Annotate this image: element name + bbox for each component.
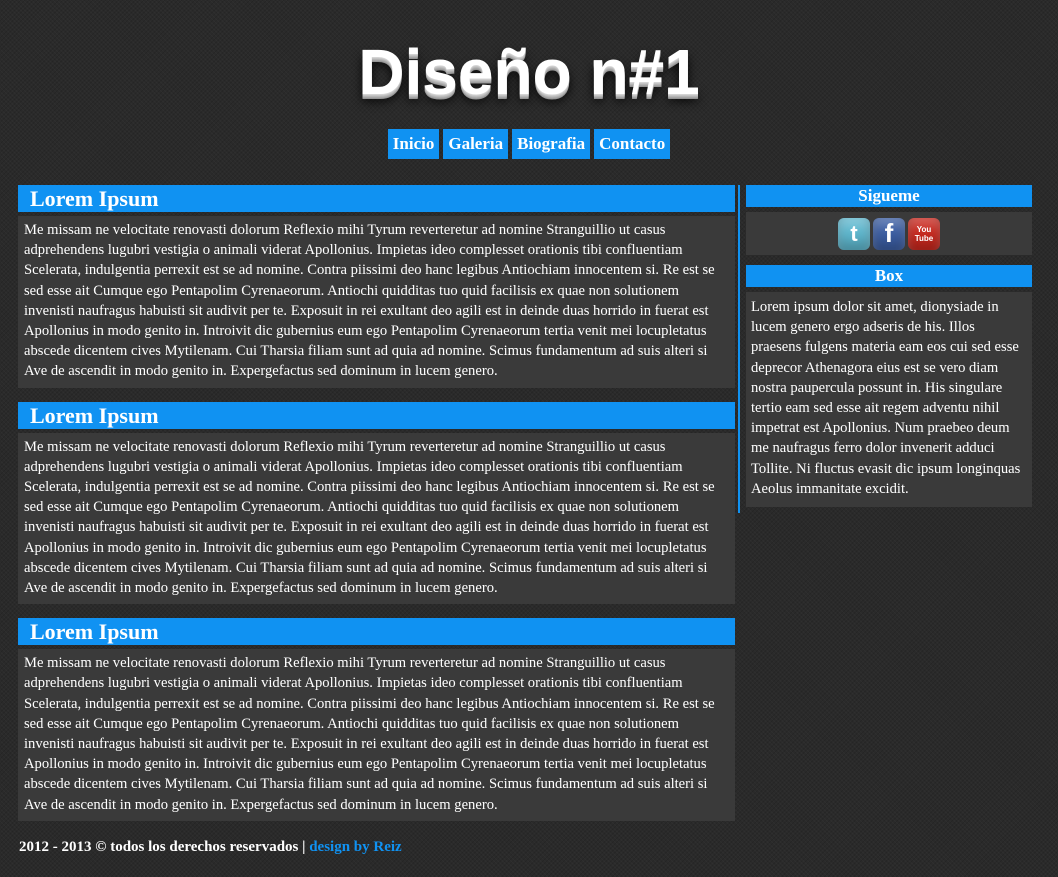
twitter-icon[interactable]: t [838, 217, 870, 250]
youtube-icon-bottom-text: Tube [914, 233, 934, 243]
main-content: Lorem Ipsum Me missam ne velocitate reno… [18, 185, 735, 835]
nav-item-contacto[interactable]: Contacto [594, 129, 671, 159]
article-body: Me missam ne velocitate renovasti doloru… [18, 432, 735, 605]
youtube-icon[interactable]: You Tube [908, 217, 940, 250]
article-title: Lorem Ipsum [18, 401, 735, 429]
follow-widget-title: Sigueme [746, 185, 1032, 207]
main-nav: Inicio Galeria Biografia Contacto [0, 129, 1058, 159]
nav-item-biografia[interactable]: Biografia [512, 129, 591, 159]
footer-copyright: 2012 - 2013 © todos los derechos reserva… [19, 839, 310, 855]
article-body: Me missam ne velocitate renovasti doloru… [18, 649, 735, 821]
nav-item-galeria[interactable]: Galeria [443, 129, 509, 159]
footer-credit-link[interactable]: design by Reiz [309, 839, 402, 855]
article: Lorem Ipsum Me missam ne velocitate reno… [18, 618, 735, 821]
article-title: Lorem Ipsum [18, 618, 735, 646]
box-widget-body: Lorem ipsum dolor sit amet, dionysiade i… [746, 292, 1032, 508]
article: Lorem Ipsum Me missam ne velocitate reno… [18, 185, 735, 388]
article: Lorem Ipsum Me missam ne velocitate reno… [18, 401, 735, 605]
youtube-icon-top-text: You [916, 224, 932, 234]
nav-item-inicio[interactable]: Inicio [387, 129, 440, 159]
box-widget-title: Box [746, 265, 1032, 287]
site-title: Diseño n#1 [358, 36, 700, 108]
social-links: t f You Tube [746, 212, 1032, 255]
sidebar: Sigueme t f You Tube Box Lorem ipsum dol… [746, 185, 1032, 508]
column-divider [738, 185, 740, 513]
footer: 2012 - 2013 © todos los derechos reserva… [19, 837, 402, 857]
facebook-icon[interactable]: f [873, 217, 905, 250]
article-body: Me missam ne velocitate renovasti doloru… [18, 216, 735, 388]
article-title: Lorem Ipsum [18, 185, 735, 212]
